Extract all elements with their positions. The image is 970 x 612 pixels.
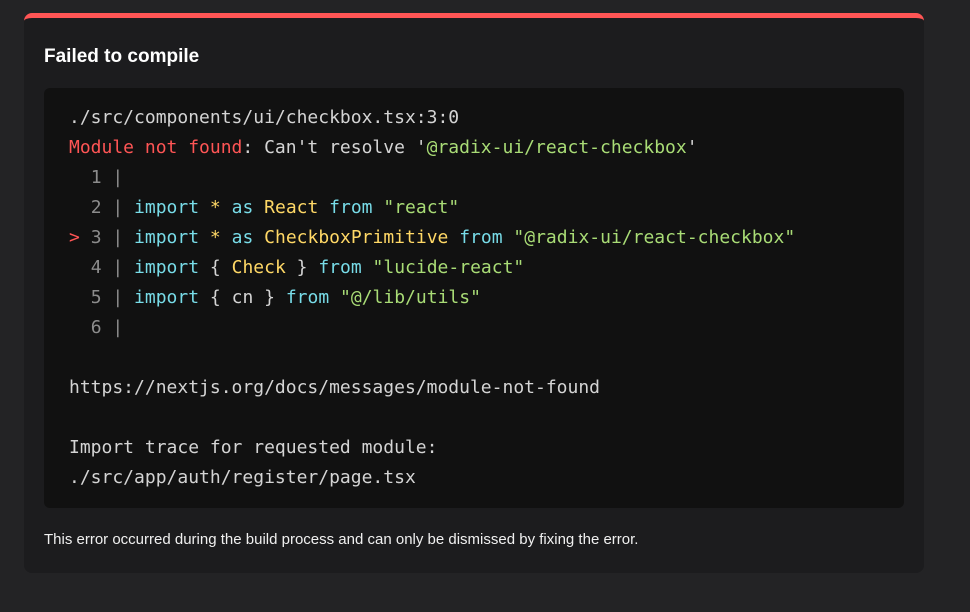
line-number: 5 bbox=[90, 287, 102, 308]
dialog-footer-note: This error occurred during the build pro… bbox=[44, 531, 639, 548]
keyword-import: import bbox=[134, 257, 200, 278]
import-source: "react" bbox=[383, 197, 460, 218]
keyword-import: import bbox=[134, 227, 200, 248]
line-marker bbox=[69, 317, 80, 338]
code-line: 6 | bbox=[69, 313, 904, 343]
import-source: "lucide-react" bbox=[372, 257, 525, 278]
import-source: "@/lib/utils" bbox=[340, 287, 481, 308]
import-trace-heading-text: Import trace for requested module: bbox=[69, 437, 438, 458]
keyword-as: as bbox=[231, 227, 254, 248]
code-line: 5 | import { cn } from "@/lib/utils" bbox=[69, 283, 904, 313]
keyword-import: import bbox=[134, 287, 200, 308]
error-message-suffix: ' bbox=[686, 137, 698, 158]
import-trace-file-path: ./src/app/auth/register/page.tsx bbox=[69, 467, 416, 488]
import-name: cn bbox=[231, 287, 254, 308]
build-error-dialog: Failed to compile ./src/components/ui/ch… bbox=[24, 13, 924, 573]
keyword-from: from bbox=[318, 257, 362, 278]
import-trace-heading: Import trace for requested module: bbox=[69, 433, 904, 463]
keyword-from: from bbox=[285, 287, 330, 308]
error-file-path: ./src/components/ui/checkbox.tsx:3:0 bbox=[69, 107, 460, 128]
line-number: 1 bbox=[90, 167, 102, 188]
keyword-from: from bbox=[329, 197, 373, 218]
brace-close: } bbox=[296, 257, 308, 278]
namespace-star: * bbox=[209, 197, 221, 218]
keyword-import: import bbox=[134, 197, 200, 218]
import-name: CheckboxPrimitive bbox=[264, 227, 449, 248]
missing-module-name: @radix-ui/react-checkbox bbox=[426, 137, 687, 158]
error-message-prefix: : Can't resolve ' bbox=[242, 137, 427, 158]
brace-open: { bbox=[209, 287, 221, 308]
keyword-as: as bbox=[231, 197, 254, 218]
docs-link[interactable]: https://nextjs.org/docs/messages/module-… bbox=[69, 373, 904, 403]
code-line: 1 | bbox=[69, 163, 904, 193]
line-marker bbox=[69, 257, 80, 278]
brace-open: { bbox=[209, 257, 221, 278]
line-marker bbox=[69, 197, 80, 218]
line-number: 6 bbox=[90, 317, 102, 338]
line-number: 2 bbox=[90, 197, 102, 218]
line-marker bbox=[69, 287, 80, 308]
namespace-star: * bbox=[209, 227, 221, 248]
import-trace-file: ./src/app/auth/register/page.tsx bbox=[69, 463, 904, 493]
brace-close: } bbox=[264, 287, 275, 308]
error-line-marker: > bbox=[69, 227, 80, 248]
line-number: 4 bbox=[90, 257, 102, 278]
import-name: React bbox=[264, 197, 319, 218]
line-marker bbox=[69, 167, 80, 188]
code-line: 4 | import { Check } from "lucide-react" bbox=[69, 253, 904, 283]
error-overlay-backdrop: Failed to compile ./src/components/ui/ch… bbox=[0, 0, 970, 612]
dialog-title: Failed to compile bbox=[44, 46, 200, 67]
error-message: Module not found: Can't resolve '@radix-… bbox=[69, 133, 904, 163]
error-code-frame[interactable]: ./src/components/ui/checkbox.tsx:3:0 Mod… bbox=[44, 88, 904, 508]
import-source: "@radix-ui/react-checkbox" bbox=[513, 227, 796, 248]
keyword-from: from bbox=[459, 227, 503, 248]
docs-link-text[interactable]: https://nextjs.org/docs/messages/module-… bbox=[69, 377, 600, 398]
code-line: 2 | import * as React from "react" bbox=[69, 193, 904, 223]
error-kind: Module not found bbox=[69, 137, 243, 158]
line-number: 3 bbox=[90, 227, 102, 248]
import-name: Check bbox=[231, 257, 286, 278]
code-line-highlighted: > 3 | import * as CheckboxPrimitive from… bbox=[69, 227, 796, 248]
error-location: ./src/components/ui/checkbox.tsx:3:0 bbox=[69, 103, 904, 133]
